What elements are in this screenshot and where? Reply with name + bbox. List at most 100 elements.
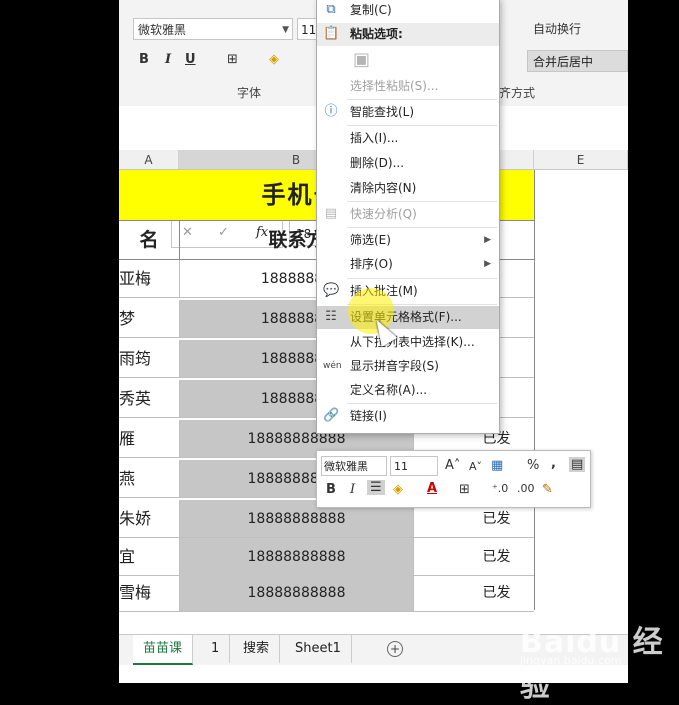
phonetic-icon: wén bbox=[323, 361, 342, 371]
smart-lookup-icon: ⓘ bbox=[324, 104, 338, 119]
font-name-value: 微软雅黑 bbox=[138, 23, 187, 37]
name-cell[interactable]: 梦 bbox=[119, 300, 179, 337]
menu-item-label: 显示拼音字段(S) bbox=[350, 359, 439, 373]
chevron-down-icon: ▼ bbox=[282, 25, 289, 35]
wrap-text-label: 自动换行 bbox=[533, 22, 582, 36]
name-cell[interactable]: 朱娇 bbox=[119, 500, 179, 537]
menu-item-label: 链接(I) bbox=[350, 409, 387, 423]
phone-cell[interactable]: 18888888888 bbox=[179, 538, 414, 575]
borders-icon[interactable]: ⊞ bbox=[227, 52, 238, 67]
menu-item-copy[interactable]: ⧉ 复制(C) bbox=[317, 0, 499, 22]
fill-color-icon[interactable]: ◈ bbox=[269, 52, 279, 67]
menu-item-paste-clipboard[interactable]: ▣ bbox=[317, 49, 499, 75]
comma-button[interactable]: , bbox=[551, 456, 556, 471]
underline-button[interactable]: U bbox=[185, 52, 196, 67]
mini-font-size-value: 11 bbox=[394, 460, 408, 473]
font-name-dropdown[interactable]: 微软雅黑 ▼ bbox=[133, 18, 293, 40]
sheet-tab[interactable]: 搜索 bbox=[233, 635, 281, 663]
mini-toolbar: 微软雅黑 11 A˄ A˅ ▦ % , ▤ B I ☰ ◈ A ⊞ ⁺.0 .0… bbox=[316, 450, 591, 508]
menu-item-phonetic[interactable]: wén 显示拼音字段(S) bbox=[317, 355, 499, 378]
status-cell[interactable]: 已发 bbox=[459, 538, 534, 576]
fill-color-icon[interactable]: ◈ bbox=[393, 482, 403, 497]
menu-item-link[interactable]: 🔗 链接(I) bbox=[317, 405, 499, 428]
bold-button[interactable]: B bbox=[139, 52, 149, 67]
mini-font-name-dropdown[interactable]: 微软雅黑 bbox=[321, 456, 387, 476]
format-painter-icon[interactable]: ▦ bbox=[491, 458, 503, 473]
increase-font-icon[interactable]: A˄ bbox=[445, 458, 460, 473]
sheet-tab-active[interactable]: 苗苗课 bbox=[133, 635, 194, 665]
decrease-font-icon[interactable]: A˅ bbox=[469, 460, 482, 473]
menu-separator bbox=[347, 99, 497, 100]
align-center-icon[interactable]: ☰ bbox=[367, 480, 385, 495]
menu-separator bbox=[347, 403, 497, 404]
menu-item-label: 删除(D)... bbox=[350, 156, 405, 170]
phone-cell[interactable]: 18888888888 bbox=[179, 574, 414, 611]
menu-item-quick-analysis[interactable]: ▤ 快速分析(Q) bbox=[317, 203, 499, 226]
menu-item-format-cells[interactable]: ☷ 设置单元格格式(F)... bbox=[317, 306, 499, 329]
menu-item-insert-comment[interactable]: 💬 插入批注(M) bbox=[317, 280, 499, 303]
sheet-tab[interactable]: Sheet1 bbox=[285, 635, 352, 663]
menu-item-label: 从下拉列表中选择(K)... bbox=[350, 335, 475, 349]
merge-center-button[interactable]: 合并后居中 bbox=[527, 50, 628, 72]
italic-icon[interactable]: I bbox=[350, 482, 355, 497]
menu-item-label: 清除内容(N) bbox=[350, 181, 417, 195]
name-cell[interactable]: 亚梅 bbox=[119, 260, 179, 297]
status-cell[interactable]: 已发 bbox=[459, 574, 534, 612]
table-format-icon[interactable]: ▤ bbox=[569, 457, 586, 472]
menu-item-delete[interactable]: 删除(D)... bbox=[317, 152, 499, 175]
name-cell[interactable]: 宜 bbox=[119, 538, 179, 575]
menu-item-label: 复制(C) bbox=[350, 3, 392, 17]
menu-item-pick-from-list[interactable]: 从下拉列表中选择(K)... bbox=[317, 331, 499, 354]
name-cell[interactable]: 燕 bbox=[119, 460, 179, 497]
wrap-text-button[interactable]: 自动换行 bbox=[533, 20, 581, 37]
sheet-tab[interactable]: 1 bbox=[201, 635, 231, 663]
name-cell[interactable]: 雨筠 bbox=[119, 340, 179, 377]
chevron-right-icon: ▶ bbox=[484, 235, 491, 245]
menu-separator bbox=[347, 278, 497, 279]
font-group-label: 字体 bbox=[237, 86, 262, 100]
add-sheet-icon[interactable]: + bbox=[387, 641, 403, 657]
clipboard-icon: ▣ bbox=[353, 49, 371, 70]
bold-icon[interactable]: B bbox=[326, 482, 336, 497]
menu-item-filter[interactable]: 筛选(E) ▶ bbox=[317, 229, 499, 252]
borders-icon[interactable]: ⊞ bbox=[459, 482, 470, 497]
alignment-group-label: 齐方式 bbox=[499, 86, 536, 100]
name-cell[interactable]: 雁 bbox=[119, 420, 179, 457]
menu-item-label: 智能查找(L) bbox=[350, 105, 415, 119]
menu-item-label: 选择性粘贴(S)... bbox=[350, 79, 439, 93]
menu-item-clear-contents[interactable]: 清除内容(N) bbox=[317, 177, 499, 200]
menu-item-smart-lookup[interactable]: ⓘ 智能查找(L) bbox=[317, 101, 499, 124]
comment-icon: 💬 bbox=[323, 283, 340, 298]
menu-item-label: 快速分析(Q) bbox=[350, 207, 417, 221]
column-header-e[interactable]: E bbox=[534, 150, 628, 170]
decrease-decimal-icon[interactable]: .00 bbox=[517, 482, 535, 495]
header-name-cell[interactable]: 名 bbox=[119, 220, 179, 260]
merge-center-label: 合并后居中 bbox=[533, 55, 594, 69]
paste-icon: 📋 bbox=[323, 26, 340, 41]
column-header-a[interactable]: A bbox=[119, 150, 179, 170]
font-color-icon[interactable]: A bbox=[427, 481, 437, 496]
table-row: 雪梅 18888888888 已发 bbox=[119, 574, 534, 612]
menu-item-label: 插入(I)... bbox=[350, 131, 399, 145]
mini-font-size-dropdown[interactable]: 11 bbox=[390, 456, 438, 476]
percent-button[interactable]: % bbox=[527, 458, 539, 473]
chevron-right-icon: ▶ bbox=[484, 259, 491, 269]
mini-font-name-value: 微软雅黑 bbox=[324, 460, 368, 473]
menu-item-insert[interactable]: 插入(I)... bbox=[317, 127, 499, 150]
name-cell[interactable]: 秀英 bbox=[119, 380, 179, 417]
table-row: 宜 18888888888 已发 bbox=[119, 538, 534, 576]
increase-decimal-icon[interactable]: ⁺.0 bbox=[492, 482, 508, 495]
menu-item-label: 粘贴选项: bbox=[350, 27, 403, 41]
menu-item-sort[interactable]: 排序(O) ▶ bbox=[317, 253, 499, 276]
menu-item-paste-special[interactable]: 选择性粘贴(S)... bbox=[317, 75, 499, 98]
name-cell[interactable]: 雪梅 bbox=[119, 574, 179, 611]
clear-format-icon[interactable]: ✎ bbox=[542, 482, 553, 497]
menu-item-label: 筛选(E) bbox=[350, 233, 391, 247]
copy-icon: ⧉ bbox=[326, 2, 336, 17]
format-cells-icon: ☷ bbox=[325, 309, 337, 324]
context-menu: ⧉ 复制(C) 📋 粘贴选项: ▣ 选择性粘贴(S)... ⓘ 智能查找(L) … bbox=[316, 0, 500, 434]
menu-item-define-name[interactable]: 定义名称(A)... bbox=[317, 379, 499, 402]
quick-analysis-icon: ▤ bbox=[324, 206, 338, 221]
menu-separator bbox=[347, 125, 497, 126]
italic-button[interactable]: I bbox=[165, 52, 171, 67]
